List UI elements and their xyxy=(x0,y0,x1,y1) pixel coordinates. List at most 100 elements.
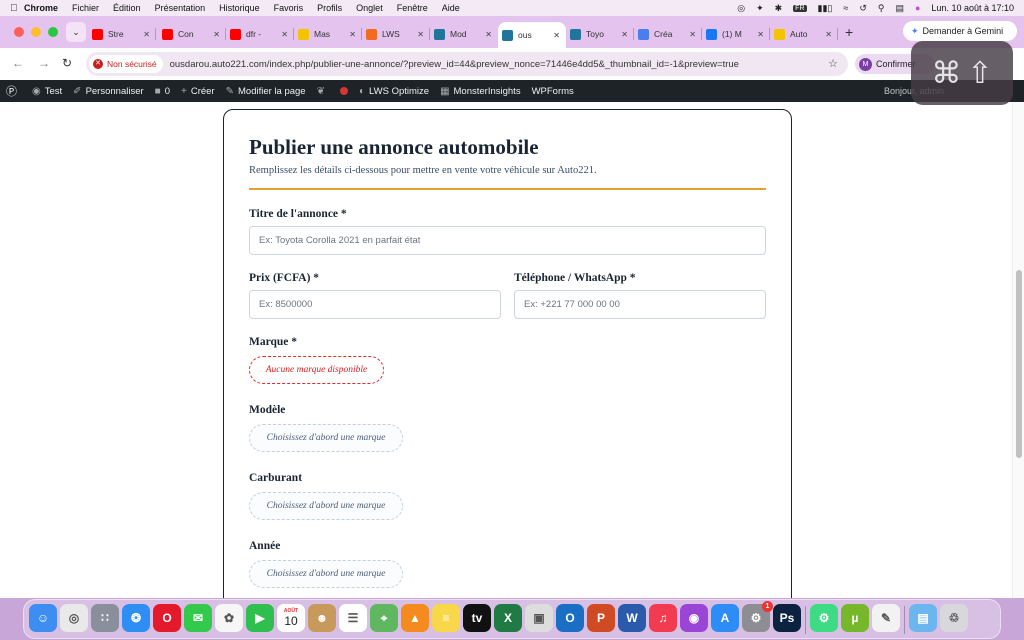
admin-edit-page-link[interactable]: ✎ Modifier la page xyxy=(226,86,306,97)
menubar-clock[interactable]: Lun. 10 août à 17:10 xyxy=(931,3,1014,13)
yoast-icon[interactable]: ❦ xyxy=(317,86,329,97)
admin-monsterinsights-link[interactable]: ▦ MonsterInsights xyxy=(440,86,521,97)
appletv-icon[interactable]: tv xyxy=(463,604,491,632)
menu-presentation[interactable]: Présentation xyxy=(155,3,206,13)
contacts-icon[interactable]: ☻ xyxy=(308,604,336,632)
powerpoint-icon[interactable]: P xyxy=(587,604,615,632)
close-tab-icon[interactable]: ✕ xyxy=(281,30,288,39)
launchpad-icon[interactable]: ∷ xyxy=(91,604,119,632)
annee-disabled-pill[interactable]: Choisissez d'abord une marque xyxy=(249,560,403,588)
browser-tab[interactable]: ous ✕ xyxy=(498,22,566,48)
opera-icon[interactable]: O xyxy=(153,604,181,632)
keyboard-layout-indicator[interactable]: FR xyxy=(793,4,807,12)
admin-wpforms-link[interactable]: WPForms xyxy=(532,86,574,97)
spotlight-search-icon[interactable]: ⚲ xyxy=(878,3,885,14)
ask-gemini-button[interactable]: ✦ Demander à Gemini xyxy=(903,21,1017,41)
outlook-icon[interactable]: O xyxy=(556,604,584,632)
android-icon[interactable]: ⚙ xyxy=(810,604,838,632)
menu-fenetre[interactable]: Fenêtre xyxy=(397,3,428,13)
close-tab-icon[interactable]: ✕ xyxy=(689,30,696,39)
chrome-icon[interactable]: ◎ xyxy=(60,604,88,632)
new-tab-plus-icon[interactable]: + xyxy=(845,24,853,40)
safari-icon[interactable]: ❂ xyxy=(122,604,150,632)
admin-new-link[interactable]: + Créer xyxy=(181,86,215,97)
siri-icon[interactable]: ● xyxy=(915,3,920,13)
facetime-icon[interactable]: ▶ xyxy=(246,604,274,632)
browser-tab[interactable]: Auto ✕ xyxy=(770,22,838,46)
trash-icon[interactable]: ♲ xyxy=(940,604,968,632)
modele-disabled-pill[interactable]: Choisissez d'abord une marque xyxy=(249,424,403,452)
bluetooth-icon[interactable]: ✱ xyxy=(775,3,783,14)
prix-input[interactable] xyxy=(249,290,501,319)
close-tab-icon[interactable]: ✕ xyxy=(757,30,764,39)
menu-app-name[interactable]: Chrome xyxy=(24,3,58,13)
menu-favoris[interactable]: Favoris xyxy=(274,3,304,13)
close-tab-icon[interactable]: ✕ xyxy=(349,30,356,39)
browser-tab[interactable]: (1) M ✕ xyxy=(702,22,770,46)
menu-historique[interactable]: Historique xyxy=(219,3,260,13)
sparkle-icon[interactable]: ✦ xyxy=(756,3,764,14)
close-tab-icon[interactable]: ✕ xyxy=(213,30,220,39)
browser-tab[interactable]: Con ✕ xyxy=(158,22,226,46)
tab-search-chevron-icon[interactable]: ⌄ xyxy=(66,22,86,42)
finder-icon[interactable]: ☺ xyxy=(29,604,57,632)
textedit-icon[interactable]: ✎ xyxy=(872,604,900,632)
page-scrollbar[interactable] xyxy=(1012,102,1024,598)
podcasts-icon[interactable]: ◉ xyxy=(680,604,708,632)
browser-tab[interactable]: dfr - ✕ xyxy=(226,22,294,46)
photoshop-icon[interactable]: Ps xyxy=(773,604,801,632)
reload-icon[interactable]: ↻ xyxy=(62,56,72,70)
telephone-input[interactable] xyxy=(514,290,766,319)
carburant-disabled-pill[interactable]: Choisissez d'abord une marque xyxy=(249,492,403,520)
close-tab-icon[interactable]: ✕ xyxy=(553,31,560,40)
vlc-icon[interactable]: ▲ xyxy=(401,604,429,632)
music-icon[interactable]: ♫ xyxy=(649,604,677,632)
forward-arrow-icon[interactable]: → xyxy=(38,56,50,70)
admin-customize-link[interactable]: ✐ Personnaliser xyxy=(73,86,143,97)
wordpress-logo-icon[interactable]: Ⓟ xyxy=(6,83,21,99)
menu-fichier[interactable]: Fichier xyxy=(72,3,99,13)
menu-onglet[interactable]: Onglet xyxy=(356,3,383,13)
time-machine-icon[interactable]: ↺ xyxy=(859,3,867,14)
menu-edition[interactable]: Édition xyxy=(113,3,141,13)
admin-comments-link[interactable]: ■ 0 xyxy=(155,86,170,97)
zoom-window-button[interactable] xyxy=(48,27,58,37)
close-window-button[interactable] xyxy=(14,27,24,37)
battery-icon[interactable]: ▮▮▯ xyxy=(818,3,833,14)
photos-icon[interactable]: ✿ xyxy=(215,604,243,632)
word-icon[interactable]: W xyxy=(618,604,646,632)
scrollbar-thumb[interactable] xyxy=(1016,270,1022,458)
close-tab-icon[interactable]: ✕ xyxy=(621,30,628,39)
titre-input[interactable] xyxy=(249,226,766,255)
marque-empty-pill[interactable]: Aucune marque disponible xyxy=(249,356,384,384)
browser-tab[interactable]: LWS ✕ xyxy=(362,22,430,46)
appstore-icon[interactable]: A xyxy=(711,604,739,632)
close-tab-icon[interactable]: ✕ xyxy=(143,30,150,39)
minimize-window-button[interactable] xyxy=(31,27,41,37)
browser-tab[interactable]: Créa ✕ xyxy=(634,22,702,46)
utorrent-icon[interactable]: µ xyxy=(841,604,869,632)
creative-cloud-icon[interactable]: ◎ xyxy=(737,3,745,14)
notes-icon[interactable]: ≡ xyxy=(432,604,460,632)
reminders-icon[interactable]: ☰ xyxy=(339,604,367,632)
browser-tab[interactable]: Mod ✕ xyxy=(430,22,498,46)
maps-icon[interactable]: ⌖ xyxy=(370,604,398,632)
not-secure-chip[interactable]: ✕ Non sécurisé xyxy=(89,55,163,73)
excel-icon[interactable]: X xyxy=(494,604,522,632)
close-tab-icon[interactable]: ✕ xyxy=(417,30,424,39)
apple-menu-icon[interactable]:  xyxy=(10,3,24,14)
calendar-icon[interactable]: AOÛT 10 xyxy=(277,604,305,632)
admin-site-link[interactable]: ◉ Test xyxy=(32,86,62,97)
close-tab-icon[interactable]: ✕ xyxy=(825,30,832,39)
address-bar[interactable]: ✕ Non sécurisé ousdarou.auto221.com/inde… xyxy=(86,52,848,76)
control-center-icon[interactable]: ▤ xyxy=(895,3,904,14)
close-tab-icon[interactable]: ✕ xyxy=(485,30,492,39)
browser-tab[interactable]: Toyo ✕ xyxy=(566,22,634,46)
system-settings-icon[interactable]: ⚙ 1 xyxy=(742,601,773,632)
folder-icon[interactable]: ▤ xyxy=(909,604,937,632)
menu-aide[interactable]: Aide xyxy=(442,3,460,13)
admin-lws-link[interactable]: ◐ LWS Optimize xyxy=(359,86,429,97)
wifi-icon[interactable]: ≈ xyxy=(843,3,848,13)
bookmark-star-icon[interactable]: ☆ xyxy=(828,57,838,70)
browser-tab[interactable]: Stre ✕ xyxy=(88,22,156,46)
